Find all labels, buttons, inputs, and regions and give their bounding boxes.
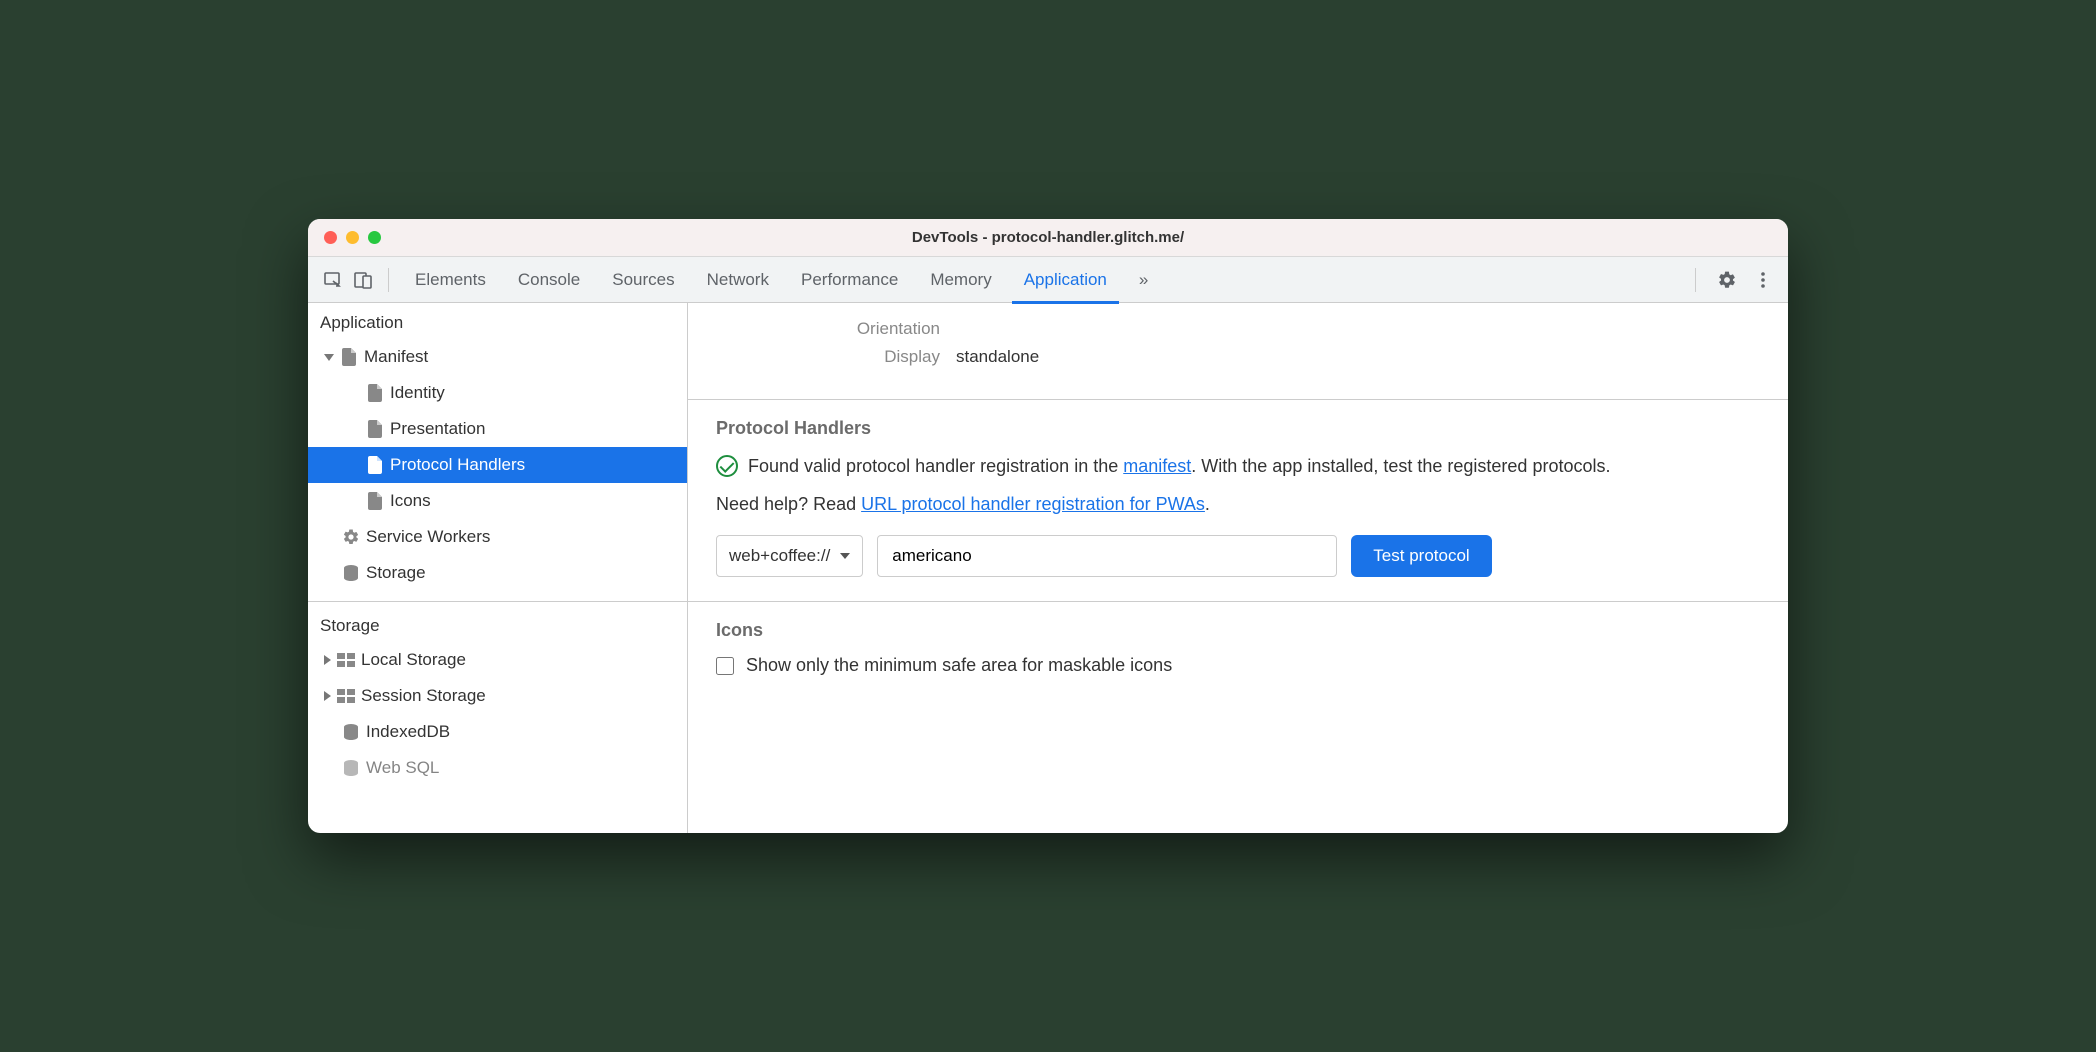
traffic-lights bbox=[308, 231, 381, 244]
test-protocol-button[interactable]: Test protocol bbox=[1351, 535, 1491, 577]
sidebar-item-label: Presentation bbox=[390, 419, 485, 439]
sidebar-item-web-sql[interactable]: Web SQL bbox=[308, 750, 687, 786]
tab-network[interactable]: Network bbox=[691, 257, 785, 303]
tab-performance[interactable]: Performance bbox=[785, 257, 914, 303]
icons-section: Icons Show only the minimum safe area fo… bbox=[688, 601, 1788, 700]
sidebar-item-label: IndexedDB bbox=[366, 722, 450, 742]
help-link[interactable]: URL protocol handler registration for PW… bbox=[861, 494, 1205, 514]
status-text: Found valid protocol handler registratio… bbox=[748, 453, 1611, 480]
sidebar-item-presentation[interactable]: Presentation bbox=[308, 411, 687, 447]
chevron-down-icon bbox=[324, 354, 334, 361]
protocol-controls: web+coffee:// Test protocol bbox=[716, 535, 1760, 577]
sidebar-item-label: Session Storage bbox=[361, 686, 486, 706]
file-icon bbox=[366, 384, 384, 402]
sidebar-group-storage: Storage bbox=[308, 606, 687, 642]
sidebar-item-local-storage[interactable]: Local Storage bbox=[308, 642, 687, 678]
main-content: Orientation Display standalone Protocol … bbox=[688, 303, 1788, 833]
sidebar-divider bbox=[308, 601, 687, 602]
maskable-safe-area-checkbox-row[interactable]: Show only the minimum safe area for mask… bbox=[716, 655, 1760, 676]
help-line: Need help? Read URL protocol handler reg… bbox=[716, 494, 1760, 515]
panel-tabs: Elements Console Sources Network Perform… bbox=[399, 257, 1685, 303]
sidebar-item-storage[interactable]: Storage bbox=[308, 555, 687, 591]
sidebar-item-label: Protocol Handlers bbox=[390, 455, 525, 475]
settings-icon[interactable] bbox=[1712, 265, 1742, 295]
toolbar-separator bbox=[1695, 268, 1696, 292]
sidebar-item-label: Identity bbox=[390, 383, 445, 403]
file-icon bbox=[340, 348, 358, 366]
sidebar-item-protocol-handlers[interactable]: Protocol Handlers bbox=[308, 447, 687, 483]
file-icon bbox=[366, 456, 384, 474]
success-check-icon bbox=[716, 455, 738, 477]
sidebar-item-manifest[interactable]: Manifest bbox=[308, 339, 687, 375]
sidebar-item-indexeddb[interactable]: IndexedDB bbox=[308, 714, 687, 750]
table-icon bbox=[337, 651, 355, 669]
file-icon bbox=[366, 492, 384, 510]
panel-body: Application Manifest Identity Presentati… bbox=[308, 303, 1788, 833]
devtools-toolbar: Elements Console Sources Network Perform… bbox=[308, 257, 1788, 303]
status-line: Found valid protocol handler registratio… bbox=[716, 453, 1760, 480]
window-title: DevTools - protocol-handler.glitch.me/ bbox=[308, 229, 1788, 246]
section-title: Icons bbox=[716, 620, 1760, 641]
checkbox-label: Show only the minimum safe area for mask… bbox=[746, 655, 1172, 676]
tabs-overflow[interactable]: » bbox=[1123, 257, 1164, 303]
kv-label-orientation: Orientation bbox=[716, 319, 956, 339]
sidebar-item-identity[interactable]: Identity bbox=[308, 375, 687, 411]
protocol-handlers-section: Protocol Handlers Found valid protocol h… bbox=[688, 399, 1788, 601]
kv-value-display: standalone bbox=[956, 347, 1039, 367]
maximize-window-button[interactable] bbox=[368, 231, 381, 244]
sidebar-item-icons[interactable]: Icons bbox=[308, 483, 687, 519]
chevron-right-icon bbox=[324, 655, 331, 665]
section-title: Protocol Handlers bbox=[716, 418, 1760, 439]
application-sidebar: Application Manifest Identity Presentati… bbox=[308, 303, 688, 833]
tab-memory[interactable]: Memory bbox=[914, 257, 1007, 303]
tab-sources[interactable]: Sources bbox=[596, 257, 690, 303]
maskable-safe-area-checkbox[interactable] bbox=[716, 657, 734, 675]
device-toggle-icon[interactable] bbox=[348, 265, 378, 295]
sidebar-item-label: Service Workers bbox=[366, 527, 490, 547]
sidebar-item-label: Local Storage bbox=[361, 650, 466, 670]
protocol-path-input[interactable] bbox=[877, 535, 1337, 577]
sidebar-group-application: Application bbox=[308, 303, 687, 339]
minimize-window-button[interactable] bbox=[346, 231, 359, 244]
tab-elements[interactable]: Elements bbox=[399, 257, 502, 303]
database-icon bbox=[342, 564, 360, 582]
manifest-kv-section: Orientation Display standalone bbox=[688, 303, 1788, 399]
chevron-down-icon bbox=[840, 553, 850, 559]
database-icon bbox=[342, 723, 360, 741]
tab-console[interactable]: Console bbox=[502, 257, 596, 303]
titlebar: DevTools - protocol-handler.glitch.me/ bbox=[308, 219, 1788, 257]
sidebar-item-service-workers[interactable]: Service Workers bbox=[308, 519, 687, 555]
sidebar-item-label: Icons bbox=[390, 491, 431, 511]
table-icon bbox=[337, 687, 355, 705]
database-icon bbox=[342, 759, 360, 777]
kv-label-display: Display bbox=[716, 347, 956, 367]
chevron-right-icon bbox=[324, 691, 331, 701]
inspect-icon[interactable] bbox=[318, 265, 348, 295]
tab-application[interactable]: Application bbox=[1008, 257, 1123, 303]
sidebar-item-label: Manifest bbox=[364, 347, 428, 367]
close-window-button[interactable] bbox=[324, 231, 337, 244]
manifest-link[interactable]: manifest bbox=[1123, 456, 1191, 476]
sidebar-item-label: Web SQL bbox=[366, 758, 439, 778]
toolbar-separator bbox=[388, 268, 389, 292]
file-icon bbox=[366, 420, 384, 438]
sidebar-item-session-storage[interactable]: Session Storage bbox=[308, 678, 687, 714]
scheme-select[interactable]: web+coffee:// bbox=[716, 535, 863, 577]
gear-icon bbox=[342, 528, 360, 546]
sidebar-item-label: Storage bbox=[366, 563, 426, 583]
devtools-window: DevTools - protocol-handler.glitch.me/ E… bbox=[308, 219, 1788, 833]
scheme-select-value: web+coffee:// bbox=[729, 546, 830, 566]
kebab-menu-icon[interactable] bbox=[1748, 265, 1778, 295]
